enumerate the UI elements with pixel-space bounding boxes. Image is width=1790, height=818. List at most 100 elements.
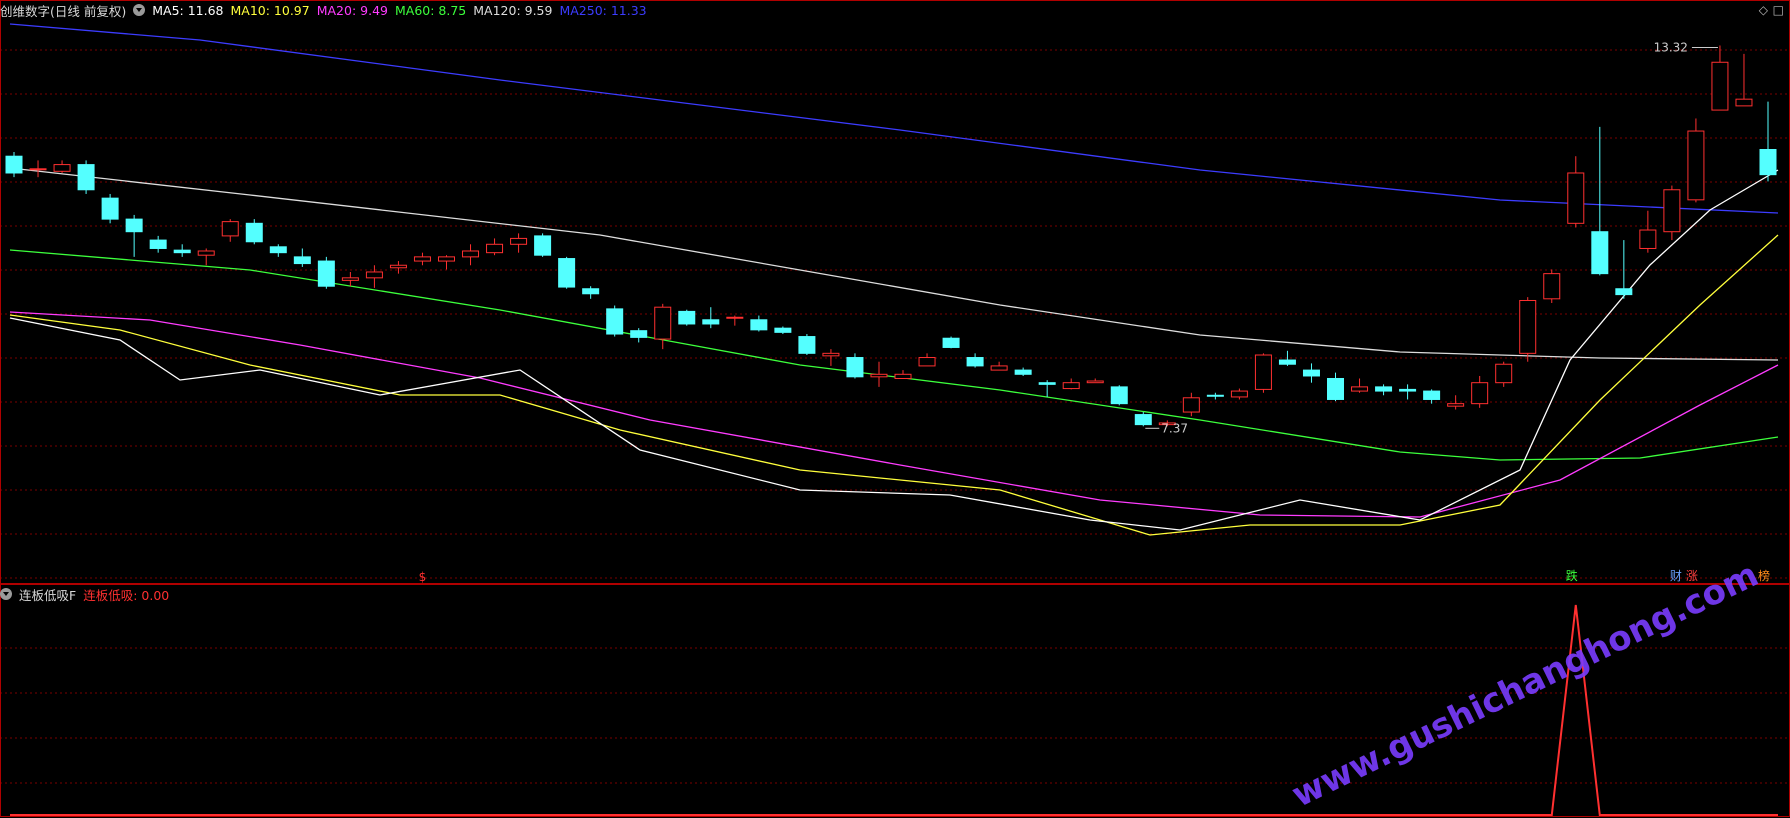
ma5-line	[9, 169, 1779, 531]
candle-body	[870, 373, 888, 378]
candle-body	[846, 357, 864, 378]
candle-body	[245, 222, 263, 243]
stock-title: 创维数字(日线 前复权)	[0, 3, 127, 19]
candle-body	[1735, 98, 1753, 107]
candle-body	[1495, 363, 1513, 384]
candle-body	[630, 330, 648, 338]
candle-body	[1206, 394, 1224, 397]
candle-body	[1711, 61, 1729, 111]
candle-body	[53, 164, 71, 172]
ma250-line	[9, 23, 1779, 214]
candle-body	[1759, 148, 1777, 176]
candle-body	[341, 277, 359, 281]
candle-body	[486, 243, 504, 254]
candle-body	[1399, 388, 1417, 392]
candle-body	[1663, 189, 1681, 233]
event-marker: 跌	[1566, 568, 1578, 583]
candle-body	[101, 197, 119, 220]
candle-body	[293, 256, 311, 265]
candle-body	[1615, 288, 1633, 296]
candle-body	[750, 319, 768, 331]
candle-body	[534, 235, 552, 256]
candle-body	[1591, 231, 1609, 275]
candle-body	[606, 308, 624, 335]
candle-body	[1639, 229, 1657, 249]
candle-body	[1254, 354, 1272, 390]
ma20-line	[9, 311, 1779, 518]
candle-body	[389, 264, 407, 269]
ma-legend-item: MA5: 11.68	[152, 2, 224, 18]
ma120-line	[9, 167, 1779, 361]
candle-body	[1038, 382, 1056, 385]
candle-body	[1110, 386, 1128, 405]
candle-body	[1230, 390, 1248, 398]
candle-body	[822, 352, 840, 357]
collapse-icon[interactable]	[133, 4, 146, 16]
corner-square-icon[interactable]: □	[1773, 3, 1784, 17]
candle-body	[966, 357, 984, 367]
candle-body	[221, 221, 239, 237]
candle-body	[990, 365, 1008, 371]
candle-body	[317, 260, 335, 287]
candle-body	[918, 357, 936, 367]
candle-body	[510, 237, 528, 245]
candle-body	[1278, 359, 1296, 365]
candle-body	[1471, 382, 1489, 405]
candle-body	[1423, 390, 1441, 400]
candle-body	[1687, 130, 1705, 201]
candle-body	[197, 250, 215, 256]
candle-body	[726, 316, 744, 319]
candle-body	[413, 256, 431, 262]
candle-body	[702, 319, 720, 325]
candle-body	[1327, 377, 1345, 400]
corner-diamond-icon[interactable]: ◇	[1759, 3, 1768, 17]
ma-legend-item: MA60: 8.75	[394, 2, 467, 18]
candle-body	[5, 155, 23, 174]
candle-body	[678, 310, 696, 325]
candle-body	[774, 327, 792, 333]
candle-body	[582, 288, 600, 295]
candle-body	[173, 249, 191, 254]
ma-legend-item: MA120: 9.59	[473, 2, 553, 18]
candle-body	[1302, 369, 1320, 377]
candle-body	[1519, 299, 1537, 354]
candle-body	[1543, 273, 1561, 300]
main-panel-header: 创维数字(日线 前复权) MA5: 11.68 MA10: 10.97 MA20: …	[0, 0, 654, 20]
main-panel-border	[0, 0, 1790, 584]
candle-body	[1062, 382, 1080, 390]
candle-body	[125, 218, 143, 233]
candle-body	[942, 337, 960, 348]
candle-body	[1134, 414, 1152, 426]
candle-body	[365, 271, 383, 279]
sub-panel-header: 连板低吸F 连板低吸: 0.00	[0, 584, 176, 604]
signal-value-label: 连板低吸: 0.00	[83, 587, 170, 603]
ma-legend-item: MA250: 11.33	[559, 2, 647, 18]
candle-body	[77, 164, 95, 191]
indicator-title: 连板低吸F	[19, 587, 77, 603]
candle-body	[1086, 380, 1104, 384]
candle-body	[462, 250, 480, 258]
candle-body	[269, 246, 287, 254]
ma-legend-item: MA20: 9.49	[316, 2, 388, 18]
candle-body	[558, 258, 576, 288]
candle-body	[1351, 386, 1369, 392]
low-price-label: 7.37	[1161, 421, 1188, 435]
event-marker: 财	[1670, 569, 1682, 583]
candle-body	[654, 306, 672, 340]
price-chart[interactable]: 13.327.37$ 跌财涨榜 www.gushichanghong.com	[0, 0, 1790, 818]
collapse-icon[interactable]	[0, 588, 12, 600]
ma-legend: MA5: 11.68 MA10: 10.97 MA20: 9.49 MA60: 8.7…	[152, 3, 653, 18]
candle-body	[1447, 403, 1465, 407]
watermark-text: www.gushichanghong.com	[1286, 555, 1765, 816]
candle-body	[1375, 386, 1393, 392]
candle-body	[1014, 369, 1032, 375]
candle-body	[798, 336, 816, 354]
ma-legend-item: MA10: 10.97	[230, 2, 310, 18]
moving-average-lines	[9, 23, 1779, 536]
candle-body	[894, 373, 912, 379]
candle-body	[1182, 397, 1200, 413]
candle-body	[149, 239, 167, 249]
high-price-label: 13.32	[1654, 40, 1688, 54]
date-marker: $	[419, 570, 427, 584]
candle-body	[29, 168, 47, 171]
